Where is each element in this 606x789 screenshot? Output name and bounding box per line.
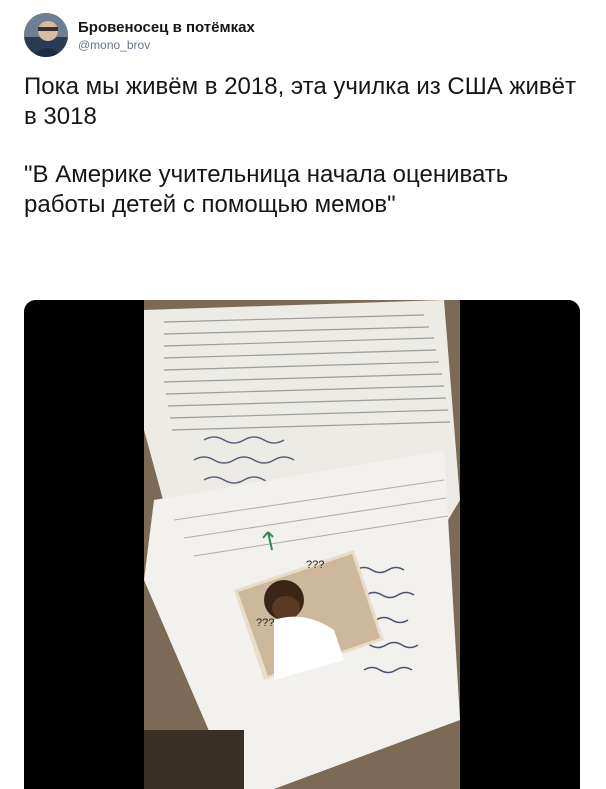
tweet-media[interactable]: ??? ??? <box>24 300 580 789</box>
tweet-header: Бровеносец в потёмках @mono_brov <box>24 10 255 60</box>
avatar[interactable] <box>24 13 68 57</box>
tweet-text-line-2: "В Америке учительница начала оценивать … <box>24 161 509 218</box>
meme-note-1: ??? <box>256 617 274 629</box>
media-image: ??? ??? <box>24 300 580 789</box>
account-handle[interactable]: @mono_brov <box>78 37 255 53</box>
meme-note-2: ??? <box>306 559 324 571</box>
tweet-body: Пока мы живём в 2018, эта училка из США … <box>24 72 584 220</box>
tweet-text-line-1: Пока мы живём в 2018, эта училка из США … <box>24 73 576 130</box>
avatar-icon <box>24 13 68 57</box>
account-names: Бровеносец в потёмках @mono_brov <box>78 18 255 53</box>
display-name[interactable]: Бровеносец в потёмках <box>78 18 255 37</box>
